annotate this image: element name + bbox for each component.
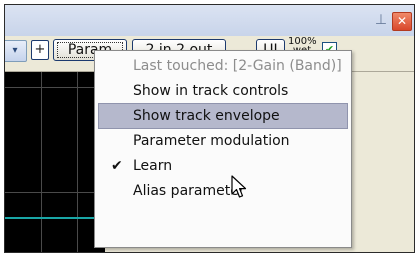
preset-dropdown-button[interactable]: ▾ (5, 40, 27, 62)
grid-line (41, 72, 42, 252)
menu-item-parameter-modulation[interactable]: Parameter modulation (95, 129, 351, 153)
menu-item-alias-parameter[interactable]: Alias parameter (95, 179, 351, 203)
close-icon[interactable]: ✕ (392, 12, 412, 31)
param-context-menu: Last touched: [2-Gain (Band)] Show in tr… (94, 50, 352, 248)
menu-item-show-in-track-controls[interactable]: Show in track controls (95, 79, 351, 103)
menu-item-label: Alias parameter (133, 183, 245, 199)
menu-item-label: Parameter modulation (133, 133, 290, 149)
grid-line (5, 87, 105, 88)
menu-item-label: Show in track controls (133, 83, 289, 99)
menu-item-show-track-envelope[interactable]: Show track envelope (98, 103, 348, 129)
menu-item-learn[interactable]: ✔ Learn (95, 154, 351, 178)
menu-item-last-touched: Last touched: [2-Gain (Band)] (95, 54, 351, 78)
title-bar: ⊥ ✕ (5, 5, 414, 36)
checkmark-icon: ✔ (111, 158, 123, 174)
menu-item-label: Show track envelope (133, 108, 280, 124)
menu-item-label: Last touched: [2-Gain (Band)] (133, 58, 342, 74)
grid-line (5, 192, 105, 193)
add-button[interactable]: + (31, 40, 49, 60)
menu-item-label: Learn (133, 158, 173, 174)
plugin-graph-panel[interactable] (5, 72, 105, 252)
envelope-line (5, 217, 105, 219)
pin-icon[interactable]: ⊥ (373, 12, 389, 28)
mouse-cursor-icon (231, 175, 247, 198)
grid-line (77, 72, 78, 252)
